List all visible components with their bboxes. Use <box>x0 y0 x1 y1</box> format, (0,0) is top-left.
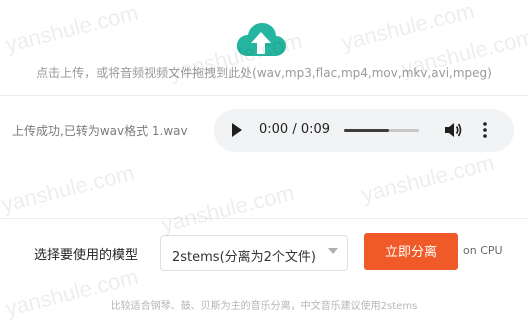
progress-slider[interactable] <box>344 129 419 132</box>
watermark: yanshule.com <box>158 179 297 238</box>
volume-icon[interactable] <box>443 121 463 139</box>
divider <box>0 218 528 219</box>
divider <box>0 95 528 96</box>
chevron-down-icon <box>328 248 338 254</box>
more-options-icon[interactable] <box>482 121 488 139</box>
model-label: 选择要使用的模型 <box>34 248 139 263</box>
footnote: 比较适合钢琴、鼓、贝斯为主的音乐分离，中文音乐建议使用2stems <box>110 301 418 312</box>
watermark: yanshule.com <box>0 159 137 218</box>
watermark: yanshule.com <box>358 149 497 208</box>
play-icon[interactable] <box>232 123 242 137</box>
separate-button[interactable]: 立即分离 <box>364 233 458 270</box>
model-select[interactable]: 2stems(分离为2个文件) <box>160 235 348 271</box>
audio-player: 0:00 / 0:09 <box>214 109 514 152</box>
watermark: yanshule.com <box>2 263 141 322</box>
progress-fill <box>344 129 389 132</box>
upload-hint: 点击上传，或将音频视频文件拖拽到此处(wav,mp3,flac,mp4,mov,… <box>36 66 492 80</box>
upload-dropzone[interactable]: 点击上传，或将音频视频文件拖拽到此处(wav,mp3,flac,mp4,mov,… <box>0 0 528 95</box>
model-select-value: 2stems(分离为2个文件) <box>172 250 316 265</box>
time-display: 0:00 / 0:09 <box>259 122 331 137</box>
upload-status: 上传成功,已转为wav格式 1.wav <box>12 124 188 138</box>
device-label: on CPU <box>463 244 503 257</box>
cloud-upload-icon[interactable] <box>234 20 288 60</box>
